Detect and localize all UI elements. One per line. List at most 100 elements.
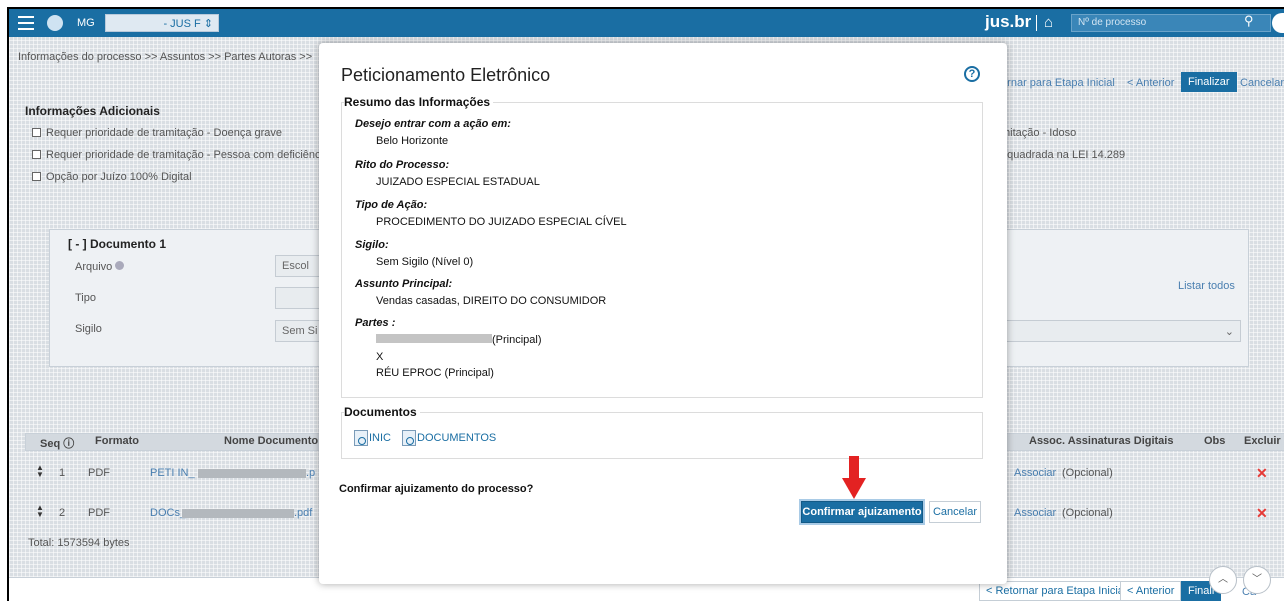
row-seq: 1: [59, 467, 66, 479]
summary-label: Tipo de Ação:: [355, 199, 428, 211]
help-icon[interactable]: ?: [964, 66, 980, 82]
checkbox-label: Requer prioridade de tramitação - Pessoa…: [46, 149, 330, 161]
app-window: MG - JUS F ⇕ jus.br ⌂ Nº de processo ⚲ I…: [7, 7, 1284, 601]
redacted-block: [182, 509, 294, 518]
tipo-select[interactable]: [275, 287, 325, 309]
sigilo-select[interactable]: Sem Si: [275, 320, 325, 342]
home-icon[interactable]: ⌂: [1044, 14, 1053, 31]
previous-button[interactable]: < Anterior: [1120, 581, 1182, 601]
reorder-icon[interactable]: ▲ ▼: [36, 504, 44, 519]
unit-select-value: - JUS F: [163, 18, 201, 30]
summary-legend: Resumo das Informações: [344, 95, 494, 109]
row-doc-ext[interactable]: .p: [306, 467, 315, 479]
redacted-block: [198, 469, 306, 478]
checkbox-icon[interactable]: [32, 150, 41, 159]
checkbox-doenca-grave[interactable]: Requer prioridade de tramitação - Doença…: [32, 127, 282, 139]
previous-link[interactable]: < Anterior: [1127, 77, 1174, 89]
finalize-button[interactable]: Finalizar: [1181, 72, 1237, 92]
checkbox-deficiencia[interactable]: Requer prioridade de tramitação - Pessoa…: [32, 149, 329, 161]
summary-label: Sigilo:: [355, 239, 389, 251]
top-bar: MG - JUS F ⇕ jus.br ⌂ Nº de processo ⚲: [9, 9, 1284, 37]
confirm-filing-button[interactable]: Confirmar ajuizamento: [801, 501, 923, 523]
parties-label: Partes :: [355, 317, 396, 329]
cancel-button[interactable]: Cancelar: [929, 501, 981, 523]
scroll-down-icon[interactable]: ﹀: [1243, 566, 1271, 594]
checkbox-icon[interactable]: [32, 128, 41, 137]
state-label: MG: [77, 17, 95, 29]
sigilo-select-right[interactable]: ⌄: [999, 320, 1241, 342]
help-icon: ⓘ: [63, 438, 75, 450]
summary-label: Rito do Processo:: [355, 159, 450, 171]
associate-link[interactable]: Associar: [1014, 507, 1056, 519]
brand-logo[interactable]: jus.br: [985, 12, 1031, 32]
modal-title: Peticionamento Eletrônico: [341, 65, 551, 85]
scroll-up-icon[interactable]: ︿: [1209, 566, 1237, 594]
hamburger-menu-icon[interactable]: [18, 16, 34, 30]
unit-select[interactable]: - JUS F ⇕: [105, 14, 219, 32]
confirmation-modal: Peticionamento Eletrônico ? Resumo das I…: [319, 43, 1007, 584]
summary-label: Desejo entrar com a ação em:: [355, 118, 511, 130]
summary-value: Sem Sigilo (Nível 0): [376, 256, 474, 268]
col-assoc: Assoc. Assinaturas Digitais: [1029, 435, 1174, 447]
process-search-input[interactable]: Nº de processo: [1071, 14, 1271, 32]
checkbox-idoso-label: mitação - Idoso: [1001, 127, 1077, 139]
divider: [1036, 15, 1037, 31]
tipo-label: Tipo: [75, 292, 96, 304]
sigilo-label: Sigilo: [75, 323, 102, 335]
document-icon: [354, 430, 368, 446]
row-seq: 2: [59, 507, 66, 519]
arquivo-label: Arquivo: [75, 261, 125, 273]
confirm-question: Confirmar ajuizamento do processo?: [339, 483, 534, 495]
row-doc-link[interactable]: PETI IN_: [150, 467, 195, 479]
summary-value: Belo Horizonte: [376, 135, 449, 147]
versus-label: X: [376, 351, 384, 363]
row-doc-ext[interactable]: .pdf: [294, 507, 312, 519]
documents-legend: Documentos: [344, 405, 420, 419]
search-icon[interactable]: ⚲: [1244, 13, 1254, 29]
col-excluir: Excluir: [1244, 435, 1281, 447]
help-icon: [115, 261, 125, 270]
checkbox-icon[interactable]: [32, 172, 41, 181]
breadcrumb: Informações do processo >> Assuntos >> P…: [18, 51, 313, 63]
list-all-link[interactable]: Listar todos: [1178, 280, 1235, 292]
checkbox-lei-label: nquadrada na LEI 14.289: [1001, 149, 1126, 161]
row-format: PDF: [88, 467, 110, 479]
party-author: (Principal): [376, 334, 542, 346]
logo-icon: [47, 15, 63, 31]
col-formato: Formato: [95, 435, 139, 447]
document-link-documentos[interactable]: DOCUMENTOS: [402, 430, 496, 446]
col-seq-label: Seq: [40, 438, 61, 450]
return-initial-link[interactable]: tornar para Etapa Inicial: [998, 77, 1115, 89]
cancel-link[interactable]: Cancelar: [1240, 77, 1284, 89]
row-doc-link[interactable]: DOCs_: [150, 507, 186, 519]
party-defendant: RÉU EPROC (Principal): [376, 367, 494, 379]
delete-icon[interactable]: ✕: [1256, 465, 1268, 482]
delete-icon[interactable]: ✕: [1256, 505, 1268, 522]
reorder-icon[interactable]: ▲ ▼: [36, 464, 44, 479]
checkbox-juizo-digital[interactable]: Opção por Juízo 100% Digital: [32, 171, 192, 183]
summary-value: PROCEDIMENTO DO JUIZADO ESPECIAL CÍVEL: [376, 216, 627, 228]
col-nome: Nome Documento: [224, 435, 319, 447]
associate-link[interactable]: Associar: [1014, 467, 1056, 479]
col-seq: Seq ⓘ: [40, 435, 74, 451]
return-initial-button[interactable]: < Retornar para Etapa Inicial: [979, 581, 1134, 601]
arquivo-text: Arquivo: [75, 261, 113, 273]
document-title[interactable]: [ - ] Documento 1: [68, 237, 166, 251]
document-icon: [402, 430, 416, 446]
checkbox-label: Opção por Juízo 100% Digital: [46, 171, 192, 183]
choose-file-button[interactable]: Escol: [275, 255, 325, 277]
redacted-block: [376, 334, 492, 343]
optional-note: (Opcional): [1062, 507, 1113, 519]
additional-info-title: Informações Adicionais: [25, 104, 160, 118]
row-format: PDF: [88, 507, 110, 519]
total-bytes: Total: 1573594 bytes: [28, 537, 130, 549]
document-link-inic[interactable]: INIC: [354, 430, 391, 446]
user-avatar-icon[interactable]: [1272, 13, 1284, 33]
optional-note: (Opcional): [1062, 467, 1113, 479]
document-link-label: DOCUMENTOS: [417, 432, 497, 444]
summary-label: Assunto Principal:: [355, 278, 453, 290]
summary-value: JUIZADO ESPECIAL ESTADUAL: [376, 176, 540, 188]
party-author-suffix: (Principal): [492, 334, 542, 346]
chevron-down-icon: ⌄: [1224, 326, 1234, 338]
summary-section: Resumo das Informações Desejo entrar com…: [341, 95, 983, 398]
